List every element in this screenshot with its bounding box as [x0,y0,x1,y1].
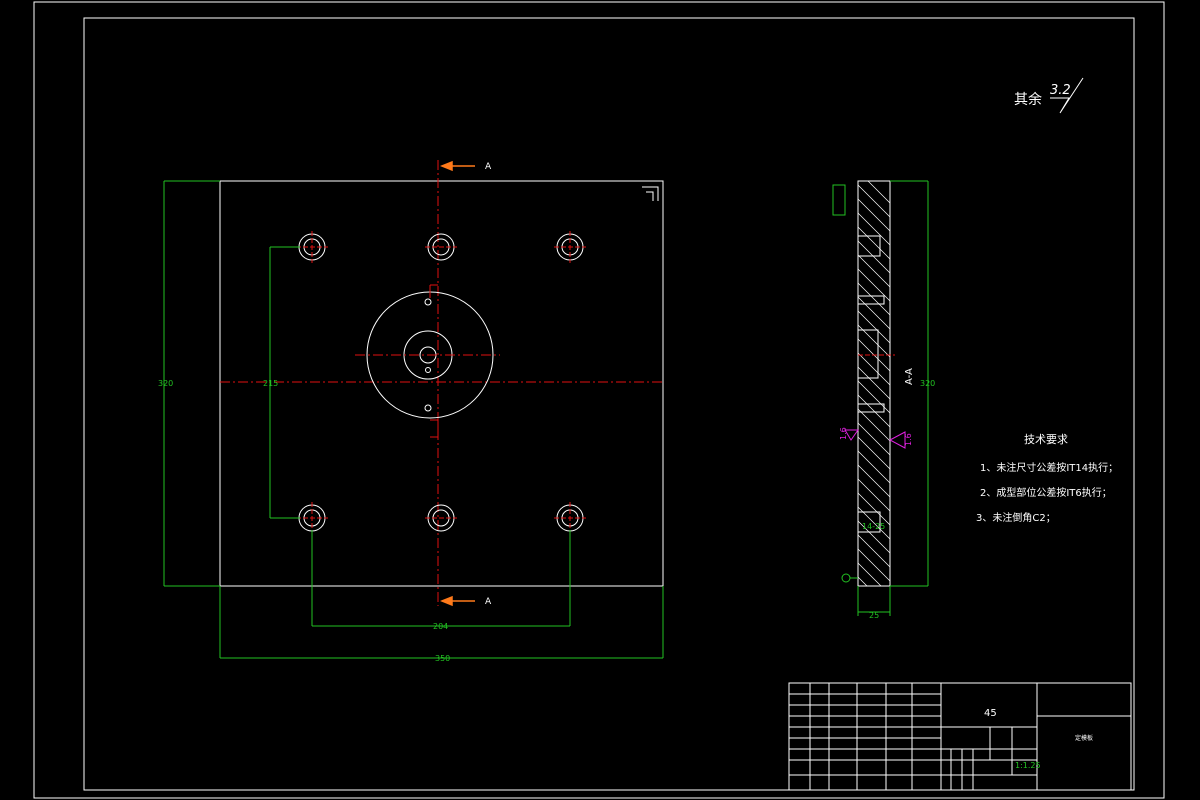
dim-hole-span: 204 [433,622,448,631]
plate-outline [219,180,664,587]
datum-circle [841,573,851,583]
datum-box [832,184,846,216]
roughness-note: 其余 3.2 [1014,77,1084,114]
tech-item-3: 3、未注倒角C2； [976,511,1056,524]
dim-inner-vertical: 215 [263,379,278,388]
section-label: A-A [904,368,915,385]
tech-requirements: 技术要求 1、未注尺寸公差按IT14执行； 2、成型部位公差按IT6执行； 3、… [976,433,1118,524]
inner-frame [83,17,1135,791]
dim-side-height: 320 [920,379,935,388]
section-marker-top: A [485,162,492,172]
title-block-material: 45 [984,708,997,719]
side-section-view: 320 25 14-25 A-A 1.6 1.6 [832,180,935,620]
title-block-scale: 1:1.25 [1015,761,1041,770]
front-view: A A 320 215 204 350 [158,160,664,663]
dim-thickness: 25 [869,611,879,620]
tech-title: 技术要求 [1024,433,1068,446]
tech-item-2: 2、成型部位公差按IT6执行； [980,486,1112,499]
title-block: 45 定模板 1:1.25 [788,682,1132,791]
roughness-note-text: 其余 [1014,91,1042,108]
dim-height: 320 [158,379,173,388]
pin-hole [425,367,431,373]
title-block-part-name: 定模板 [1075,734,1093,742]
dim-overall-width: 350 [435,654,450,663]
svg-text:1.6: 1.6 [904,433,913,446]
roughness-value: 3.2 [1050,83,1071,98]
outer-frame [33,1,1165,799]
dim-chamfer: 14-25 [862,522,885,531]
cad-drawing: A A 320 215 204 350 320 25 14-25 A-A 1.6… [33,1,1165,799]
screw-hole-top [424,298,432,306]
section-hatching [858,181,890,586]
svg-text:1.6: 1.6 [839,427,848,440]
tech-item-1: 1、未注尺寸公差按IT14执行； [980,461,1118,474]
section-marker-bottom: A [485,597,492,607]
surface-mark-right [888,431,906,449]
front-dimensions: 320 215 204 350 [158,180,664,663]
corner-mark [642,186,659,201]
screw-hole-bottom [424,404,432,412]
